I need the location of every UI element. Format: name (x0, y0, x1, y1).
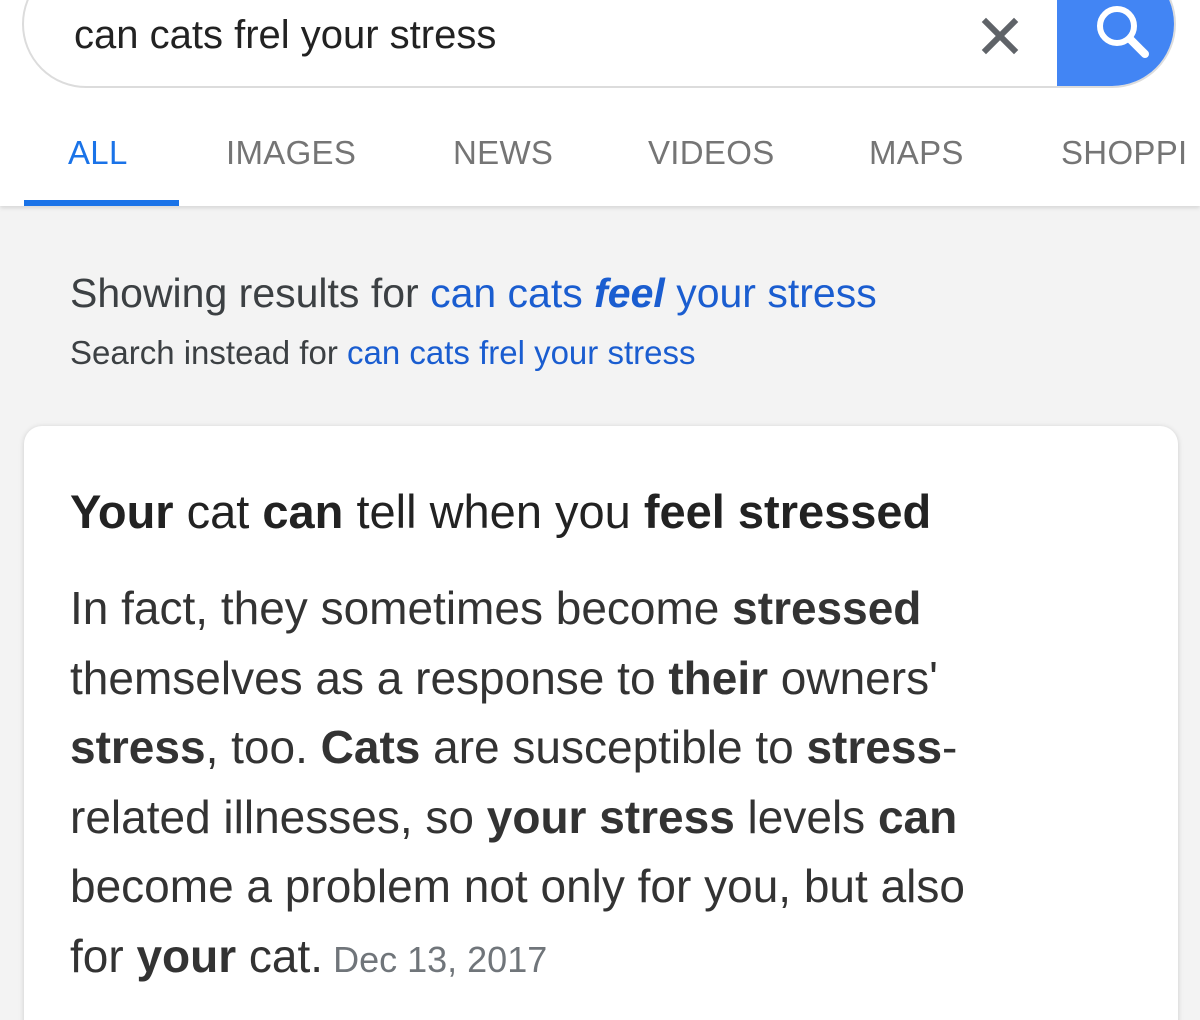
original-query-link[interactable]: can cats frel your stress (347, 334, 695, 371)
bold-text-run: your (136, 929, 237, 982)
showing-results-prefix: Showing results for (70, 270, 431, 316)
text-run: related illnesses, so (70, 790, 487, 843)
search-box[interactable] (22, 0, 1176, 88)
text-run: - (942, 721, 958, 773)
bold-text-run: stressed (732, 582, 922, 634)
showing-results-line: Showing results for can cats feel your s… (70, 270, 877, 317)
snippet-date: Dec 13, 2017 (333, 938, 548, 980)
text-run: tell when you (343, 485, 644, 538)
text-run: , too. (205, 721, 321, 773)
snippet-line: related illnesses, so your stress levels… (70, 783, 1150, 853)
snippet-line: become a problem not only for you, but a… (70, 852, 1150, 922)
featured-snippet-card: Your cat can tell when you feel stressed… (24, 426, 1178, 1020)
tab-videos[interactable]: VIDEOS (648, 134, 775, 172)
text-run: owners' (768, 651, 938, 704)
close-icon (981, 17, 1019, 55)
tab-all[interactable]: ALL (68, 134, 128, 172)
snippet-line: stress, too. Cats are susceptible to str… (70, 713, 1150, 783)
snippet-title: Your cat can tell when you feel stressed (70, 484, 931, 539)
search-header: ALL IMAGES NEWS VIDEOS MAPS SHOPPI (0, 0, 1200, 206)
snippet-text: In fact, they sometimes become stressed t… (70, 574, 1150, 991)
text-run: become a problem not only for you, but a… (70, 860, 965, 912)
bold-text-run: stress (70, 721, 206, 773)
bold-text-run: Your (70, 485, 174, 538)
tab-news[interactable]: NEWS (453, 134, 553, 172)
text-run: are susceptible to (420, 721, 807, 773)
bold-text-run: can (877, 790, 958, 843)
text-run: levels (734, 790, 878, 843)
search-results-page: ALL IMAGES NEWS VIDEOS MAPS SHOPPI Showi… (0, 0, 1200, 1020)
text-run: themselves as a response to (70, 651, 669, 704)
corrected-word: feel (594, 270, 665, 316)
search-input[interactable] (74, 10, 894, 60)
text-run: for (70, 929, 137, 982)
bold-text-run: feel stressed (643, 485, 932, 538)
search-tabs: ALL IMAGES NEWS VIDEOS MAPS SHOPPI (0, 118, 1200, 206)
corrected-query-link[interactable]: can cats feel your stress (430, 270, 877, 316)
text-run: cat (173, 485, 263, 538)
bold-text-run: can (262, 485, 344, 538)
corrected-query-part: your stress (664, 270, 877, 316)
snippet-line: In fact, they sometimes become stressed (70, 574, 1150, 644)
search-icon (1097, 6, 1149, 58)
bold-text-run: your stress (486, 790, 735, 843)
clear-search-button[interactable] (974, 10, 1026, 62)
tab-shopping[interactable]: SHOPPI (1061, 134, 1188, 172)
snippet-line: themselves as a response to their owners… (70, 644, 1150, 714)
search-button[interactable] (1057, 0, 1174, 86)
search-instead-line: Search instead for can cats frel your st… (70, 334, 695, 372)
spelling-correction: Showing results for can cats feel your s… (0, 206, 1200, 406)
bold-text-run: their (668, 651, 769, 704)
bold-text-run: stress (806, 721, 943, 773)
text-run: In fact, they sometimes become (70, 582, 733, 634)
text-run: cat. (236, 929, 324, 982)
tab-images[interactable]: IMAGES (226, 134, 356, 172)
tab-maps[interactable]: MAPS (869, 134, 964, 172)
snippet-line: for your cat. Dec 13, 2017 (70, 922, 1150, 992)
search-instead-prefix: Search instead for (70, 334, 347, 371)
corrected-query-part: can cats (430, 270, 595, 316)
bold-text-run: Cats (320, 721, 421, 773)
